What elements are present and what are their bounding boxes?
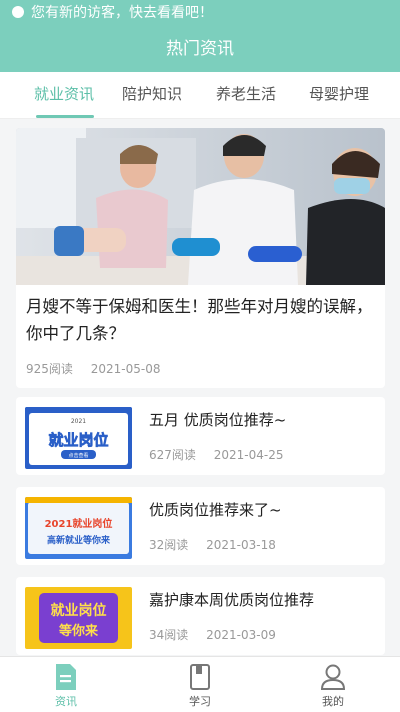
nav-label: 学习 xyxy=(189,695,211,708)
featured-article-image xyxy=(16,128,385,285)
featured-article-meta: 925阅读 2021-05-08 xyxy=(26,360,160,377)
page-title: 热门资讯 xyxy=(166,39,234,59)
publish-date: 2021-05-08 xyxy=(90,362,161,376)
user-icon xyxy=(320,664,346,690)
featured-article-title: 月嫂不等于保姆和医生！那些年对月嫂的误解，你中了几条？ xyxy=(26,297,373,343)
nav-label: 我的 xyxy=(322,695,344,708)
article-thumbnail: 2021 就业岗位 点击查看 xyxy=(25,407,132,469)
thumb-line2: 高新就业等你来 xyxy=(47,534,111,546)
article-meta: 32阅读 2021-03-18 xyxy=(149,536,276,553)
article-title: 优质岗位推荐来了~ xyxy=(149,501,282,519)
article-card[interactable]: 就业岗位 等你来 嘉护康本周优质岗位推荐 34阅读 2021-03-09 xyxy=(16,577,385,655)
nav-tab-profile[interactable]: 我的 xyxy=(303,663,363,709)
category-tabs: 就业资讯 陪护知识 养老生活 母婴护理 xyxy=(0,72,400,119)
article-meta: 34阅读 2021-03-09 xyxy=(149,626,276,643)
read-count: 32阅读 xyxy=(149,538,189,552)
read-count: 925阅读 xyxy=(26,362,73,376)
app-header: 您有新的访客，快去看看吧！ 热门资讯 xyxy=(0,0,400,72)
active-tab-indicator xyxy=(36,115,94,118)
book-icon xyxy=(190,664,210,690)
tab-caregiving-knowledge[interactable]: 陪护知识 xyxy=(112,72,192,118)
visitor-notice[interactable]: 您有新的访客，快去看看吧！ xyxy=(12,1,213,23)
bottom-navigation: 资讯 学习 我的 xyxy=(0,656,400,712)
thumb-sub-text: 点击查看 xyxy=(68,452,88,459)
notice-text: 您有新的访客，快去看看吧！ xyxy=(31,5,213,21)
article-thumbnail: 就业岗位 等你来 xyxy=(25,587,132,649)
publish-date: 2021-03-09 xyxy=(206,628,276,642)
article-card[interactable]: 2021 就业岗位 点击查看 五月 优质岗位推荐~ 627阅读 2021-04-… xyxy=(16,397,385,475)
article-card[interactable]: 2021就业岗位 高新就业等你来 优质岗位推荐来了~ 32阅读 2021-03-… xyxy=(16,487,385,565)
thumb-line1: 就业岗位 xyxy=(51,602,107,619)
publish-date: 2021-04-25 xyxy=(213,448,284,462)
tab-maternal-infant-care[interactable]: 母婴护理 xyxy=(299,72,379,118)
article-title: 嘉护康本周优质岗位推荐 xyxy=(149,591,315,609)
read-count: 627阅读 xyxy=(149,448,196,462)
article-thumbnail: 2021就业岗位 高新就业等你来 xyxy=(25,497,132,559)
read-count: 34阅读 xyxy=(149,628,189,642)
thumb-line2: 等你来 xyxy=(58,623,99,639)
thumb-main-text: 就业岗位 xyxy=(48,431,108,449)
nav-label: 资讯 xyxy=(55,695,77,708)
tab-elderly-life[interactable]: 养老生活 xyxy=(206,72,286,118)
nav-tab-news[interactable]: 资讯 xyxy=(36,663,96,709)
featured-article-card[interactable]: 月嫂不等于保姆和医生！那些年对月嫂的误解，你中了几条？ 925阅读 2021-0… xyxy=(16,128,385,388)
nav-tab-study[interactable]: 学习 xyxy=(170,663,230,709)
thumb-line1: 2021就业岗位 xyxy=(45,517,113,530)
thumb-tag: 2021 xyxy=(71,418,86,425)
publish-date: 2021-03-18 xyxy=(206,538,276,552)
tab-employment-news[interactable]: 就业资讯 xyxy=(24,72,104,118)
article-meta: 627阅读 2021-04-25 xyxy=(149,446,283,463)
article-title: 五月 优质岗位推荐~ xyxy=(149,411,287,429)
notice-dot-icon xyxy=(12,6,24,18)
news-doc-icon xyxy=(56,664,76,690)
